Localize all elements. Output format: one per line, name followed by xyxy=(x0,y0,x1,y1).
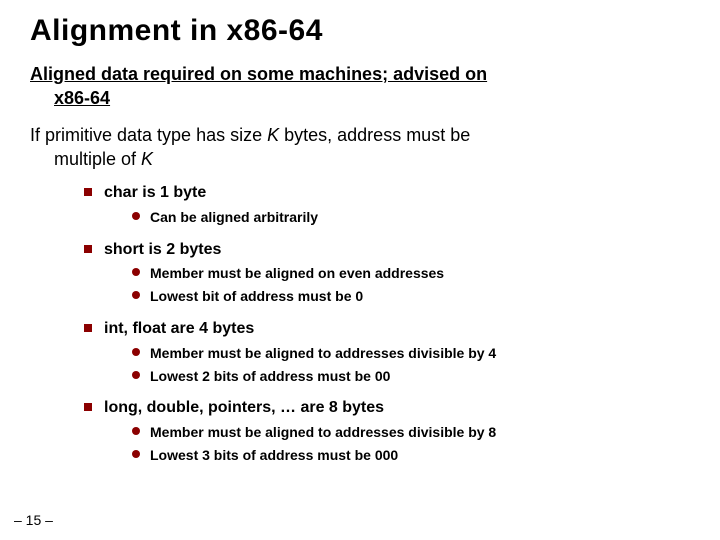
section-primitive-k2: K xyxy=(141,149,153,169)
section-primitive-pre: If primitive data type has size xyxy=(30,125,267,145)
section-aligned-data: Aligned data required on some machines; … xyxy=(30,62,692,111)
section-aligned-data-line2: x86-64 xyxy=(54,88,110,108)
slide: Alignment in x86-64 Aligned data require… xyxy=(0,0,720,540)
section-primitive-line2-pre: multiple of xyxy=(54,149,141,169)
bullet-short-sub2: Lowest bit of address must be 0 xyxy=(132,285,692,308)
bullet-short-label: short is 2 bytes xyxy=(104,241,221,258)
bullet-int-float: int, float are 4 bytes Member must be al… xyxy=(84,315,692,394)
section-primitive-line2: multiple of K xyxy=(54,149,153,169)
section-primitive-mid: bytes, address must be xyxy=(279,125,470,145)
bullet-int-float-label: int, float are 4 bytes xyxy=(104,320,254,337)
section-primitive-k1: K xyxy=(267,125,279,145)
slide-title: Alignment in x86-64 xyxy=(30,14,692,48)
bullet-short: short is 2 bytes Member must be aligned … xyxy=(84,236,692,315)
bullet-list: char is 1 byte Can be aligned arbitraril… xyxy=(84,179,692,474)
section-aligned-data-line1: Aligned data required on some machines; … xyxy=(30,64,487,84)
section-primitive-rule: If primitive data type has size K bytes,… xyxy=(30,123,692,172)
bullet-long-double-label: long, double, pointers, … are 8 bytes xyxy=(104,399,384,416)
bullet-short-sub1: Member must be aligned on even addresses xyxy=(132,262,692,285)
bullet-int-float-sublist: Member must be aligned to addresses divi… xyxy=(132,342,692,388)
bullet-long-double: long, double, pointers, … are 8 bytes Me… xyxy=(84,394,692,473)
bullet-int-float-sub2: Lowest 2 bits of address must be 00 xyxy=(132,365,692,388)
bullet-char: char is 1 byte Can be aligned arbitraril… xyxy=(84,179,692,235)
bullet-char-sub1: Can be aligned arbitrarily xyxy=(132,206,692,229)
bullet-long-double-sub1: Member must be aligned to addresses divi… xyxy=(132,421,692,444)
bullet-short-sublist: Member must be aligned on even addresses… xyxy=(132,262,692,308)
page-number: – 15 – xyxy=(14,512,53,528)
bullet-long-double-sublist: Member must be aligned to addresses divi… xyxy=(132,421,692,467)
bullet-char-label: char is 1 byte xyxy=(104,184,206,201)
bullet-int-float-sub1: Member must be aligned to addresses divi… xyxy=(132,342,692,365)
bullet-char-sublist: Can be aligned arbitrarily xyxy=(132,206,692,229)
bullet-long-double-sub2: Lowest 3 bits of address must be 000 xyxy=(132,444,692,467)
